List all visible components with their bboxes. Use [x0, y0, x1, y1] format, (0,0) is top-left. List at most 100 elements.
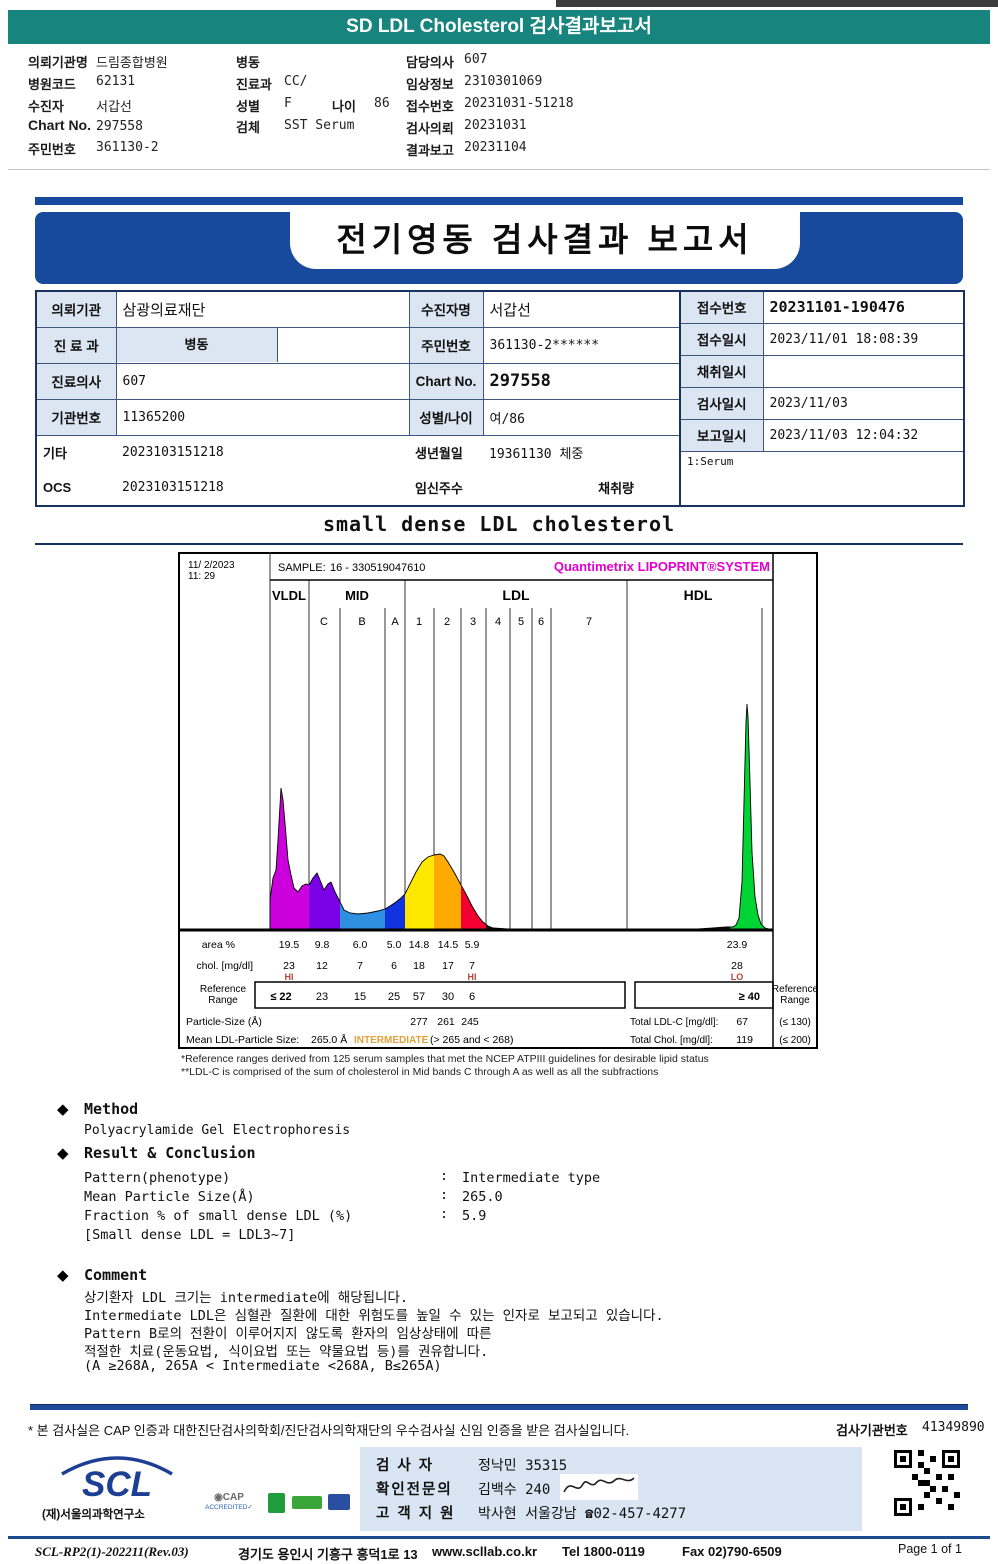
ref-value: 30 — [442, 991, 454, 1003]
cap-logo-line2: ACCREDITED✓ — [205, 1504, 253, 1511]
mean-range: (> 265 and < 268) — [430, 1034, 513, 1046]
org-number-value: 41349890 — [922, 1420, 985, 1435]
divider — [8, 169, 990, 170]
reference-label: Reference — [200, 984, 247, 995]
area-value: 14.5 — [438, 939, 459, 951]
chol-row-label: chol. [mg/dl] — [196, 960, 253, 972]
result-value: Intermediate type — [462, 1170, 601, 1186]
result-value: 265.0 — [462, 1189, 503, 1205]
particle-value: 261 — [437, 1016, 455, 1028]
footer-website: www.scllab.co.kr — [432, 1544, 538, 1559]
field-value: 86 — [374, 96, 390, 111]
cell-label: Chart No. — [408, 362, 484, 400]
cap-logo-line1: ◉CAP — [214, 1492, 244, 1503]
chol-value: 28 — [731, 960, 743, 972]
signature — [560, 1474, 638, 1500]
field-value: 20231031 — [464, 118, 527, 133]
banner-top-bar — [35, 197, 963, 205]
subband-label: 4 — [495, 616, 501, 628]
org-number-label: 검사기관번호 — [836, 1423, 908, 1438]
subband-label: 2 — [444, 616, 450, 628]
section-title: small dense LDL cholesterol — [322, 512, 676, 536]
field-value: 361130-2 — [96, 140, 159, 155]
cell-value: 297558 — [482, 362, 681, 400]
cell-value: 2023103151218 — [122, 445, 224, 461]
cell-value: 11365200 — [115, 398, 410, 436]
field-label: 검사의뢰 — [406, 121, 454, 136]
ref-value: 6 — [469, 991, 475, 1003]
area-value: 23.9 — [727, 939, 748, 951]
result-note: [Small dense LDL = LDL3~7] — [84, 1227, 296, 1243]
cell-label: 기관번호 — [35, 398, 117, 436]
colon-separator: : — [440, 1187, 449, 1203]
field-label: 의뢰기관명 — [28, 55, 88, 70]
colon-separator: : — [440, 1206, 449, 1222]
subband-label: B — [358, 616, 365, 628]
cell-value: 2023/11/03 — [762, 386, 965, 420]
comment-line: Intermediate LDL은 심혈관 질환에 대한 위험도를 높일 수 있… — [84, 1308, 664, 1324]
eqa-logo — [292, 1496, 322, 1509]
mean-value: 265.0 Å — [311, 1033, 347, 1046]
total-chol-value: 119 — [736, 1034, 753, 1046]
report-page: SD LDL Cholesterol 검사결과보고서 의뢰기관명 드림종합병원 … — [0, 0, 998, 1564]
result-label: Pattern(phenotype) — [84, 1170, 231, 1186]
lo-flag: LO — [731, 972, 744, 982]
report-title: 전기영동 검사결과 보고서 — [336, 221, 754, 258]
reference-label-right: Range — [780, 995, 810, 1006]
cell-value: 607 — [115, 362, 410, 400]
cell-value: 19361130 체중 — [489, 447, 584, 463]
area-value: 6.0 — [353, 939, 368, 951]
ward-subcell: 병동 — [117, 328, 278, 362]
ref-value: ≥ 40 — [739, 991, 760, 1003]
cell-label: 접수번호 — [679, 290, 764, 324]
comment-line: 적절한 치료(운동요법, 식이요법 또는 약물요법 등)를 권유합니다. — [84, 1344, 489, 1360]
cell-value: 2023103151218 — [122, 480, 224, 495]
hi-flag: HI — [468, 972, 477, 982]
chol-value: 18 — [413, 960, 425, 972]
hi-flag: HI — [285, 972, 294, 982]
particle-value: 277 — [410, 1016, 428, 1028]
serum-note: 1:Serum — [679, 450, 965, 507]
subband-label: 3 — [470, 616, 476, 628]
ref-value: 15 — [354, 991, 366, 1003]
cell-label: 채취일시 — [679, 354, 764, 388]
footnote: *Reference ranges derived from 125 serum… — [181, 1053, 709, 1065]
subband-label: 7 — [586, 616, 592, 628]
method-body: Polyacrylamide Gel Electrophoresis — [84, 1123, 351, 1138]
subband-label: 5 — [518, 616, 524, 628]
staff-label: 확인전문의 — [376, 1482, 453, 1498]
subband-label: 1 — [416, 616, 422, 628]
field-label: 담당의사 — [406, 55, 454, 70]
info-table-right: 접수번호 20231101-190476 접수일시 2023/11/01 18:… — [679, 290, 965, 507]
cell-label: 진료의사 — [35, 362, 117, 400]
chol-value: 12 — [316, 960, 328, 972]
area-value: 5.0 — [387, 939, 402, 951]
report-banner: 전기영동 검사결과 보고서 — [35, 212, 963, 284]
footer-fax: Fax 02)790-6509 — [682, 1544, 782, 1559]
subband-label: C — [320, 616, 328, 628]
comment-line: Pattern B로의 전환이 이루어지지 않도록 환자의 임상상태에 따른 — [84, 1326, 492, 1342]
mean-row-label: Mean LDL-Particle Size: — [186, 1034, 299, 1046]
scl-logo: SCL — [61, 1456, 173, 1502]
field-value: SST Serum — [284, 118, 355, 133]
chol-value: 6 — [391, 960, 397, 972]
cell-label: 진 료 과 — [35, 326, 117, 364]
band-label: HDL — [684, 587, 713, 603]
chol-value: 7 — [357, 960, 363, 972]
total-ldl-ref: (≤ 130) — [779, 1017, 811, 1028]
area-value: 5.9 — [465, 939, 480, 951]
cell-value: 2023/11/01 18:08:39 — [762, 322, 965, 356]
subband-label: 6 — [538, 616, 544, 628]
field-value: 607 — [464, 52, 488, 67]
chart-datetime: 11: 29 — [188, 571, 215, 582]
cap-accredited-logo: ◉CAP ACCREDITED✓ — [198, 1492, 260, 1512]
cell-value: 2023/11/03 12:04:32 — [762, 418, 965, 452]
staff-value: 박사현 서울강남 ☎02-457-4277 — [478, 1506, 687, 1522]
field-value: 2310301069 — [464, 74, 543, 89]
method-heading: Method — [84, 1100, 139, 1118]
field-label: 주민번호 — [28, 142, 76, 157]
field-label: 병원코드 — [28, 77, 76, 92]
total-ldl-label: Total LDL-C [mg/dl]: — [630, 1017, 718, 1028]
diamond-icon: ◆ — [57, 1267, 69, 1284]
info-table-left: 의뢰기관 삼광의료재단 수진자명 서갑선 진 료 과 병동 주민번호 36113… — [35, 290, 681, 507]
